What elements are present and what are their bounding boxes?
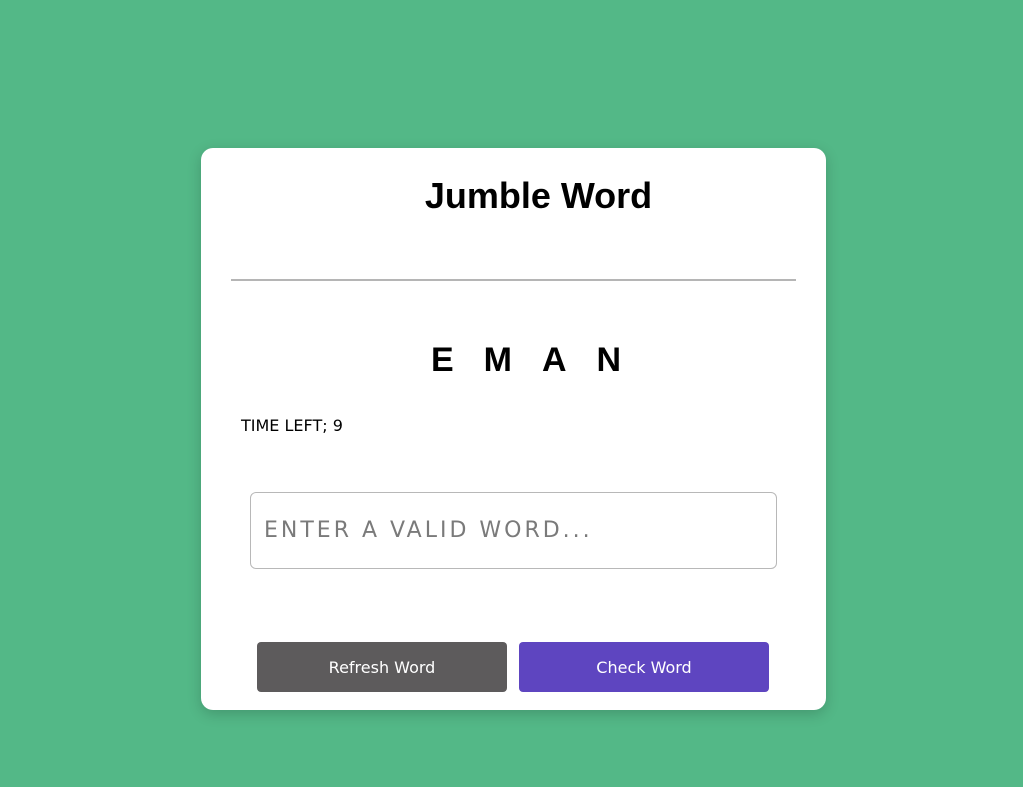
scrambled-word: EMAN xyxy=(430,341,652,379)
word-input[interactable] xyxy=(250,492,777,569)
game-card: Jumble Word EMAN TIME LEFT; 9 Refresh Wo… xyxy=(201,148,826,710)
game-title: Jumble Word xyxy=(424,175,653,216)
title-divider xyxy=(231,279,796,281)
check-word-button[interactable]: Check Word xyxy=(519,642,769,692)
refresh-word-button[interactable]: Refresh Word xyxy=(257,642,507,692)
time-left-text: TIME LEFT; 9 xyxy=(241,416,343,435)
